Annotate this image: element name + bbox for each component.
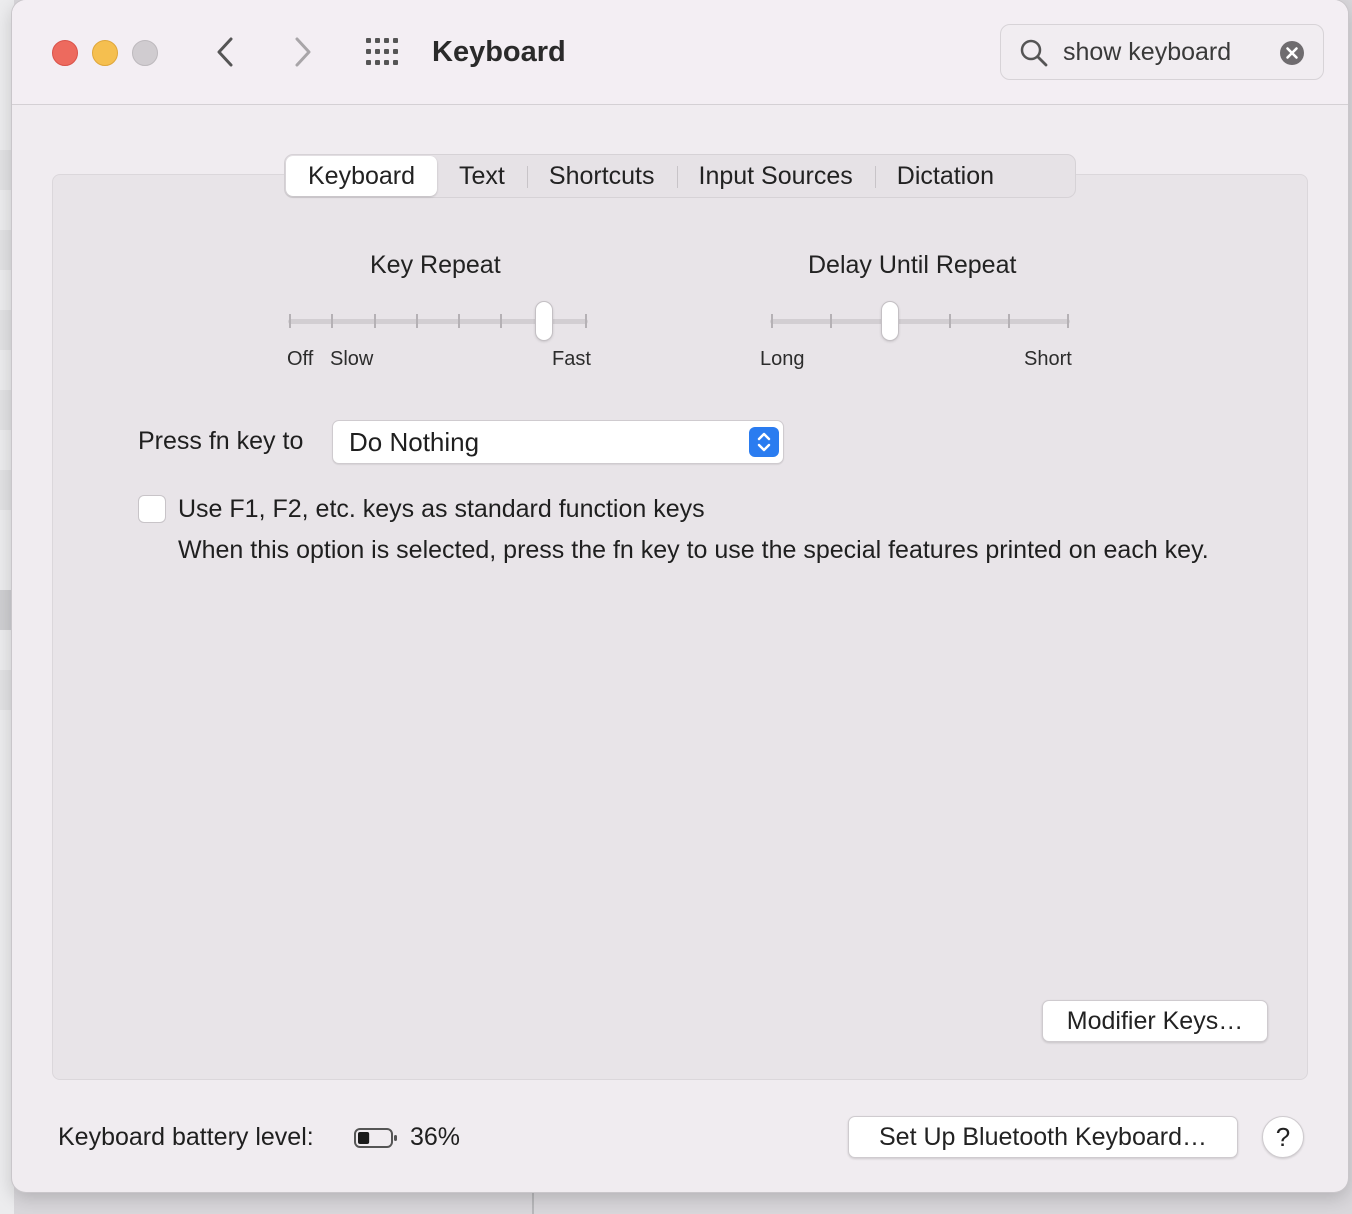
forward-button[interactable] xyxy=(284,32,320,72)
tab-keyboard[interactable]: Keyboard xyxy=(286,156,438,196)
key-repeat-tick xyxy=(585,314,587,328)
delay-until-repeat-knob[interactable] xyxy=(882,302,899,340)
key-repeat-tick xyxy=(500,314,503,328)
grid-icon xyxy=(366,38,398,65)
tab-dictation[interactable]: Dictation xyxy=(874,156,1016,196)
show-all-button[interactable] xyxy=(364,36,404,68)
key-repeat-slow-label: Slow xyxy=(330,348,374,370)
delay-until-repeat-tick xyxy=(771,314,773,328)
key-repeat-tick xyxy=(458,314,461,328)
delay-until-repeat-track xyxy=(770,319,1070,324)
delay-until-repeat-tick xyxy=(948,314,951,328)
background-divider xyxy=(532,1192,534,1214)
delay-short-label: Short xyxy=(1024,348,1072,370)
minimize-button[interactable] xyxy=(92,40,118,66)
delay-long-label: Long xyxy=(760,348,805,370)
tab-text[interactable]: Text xyxy=(437,156,527,196)
battery-icon xyxy=(354,1128,397,1148)
set-up-bluetooth-keyboard-button[interactable]: Set Up Bluetooth Keyboard… xyxy=(848,1116,1238,1158)
battery-percent: 36% xyxy=(410,1123,461,1151)
key-repeat-off-label: Off xyxy=(287,348,314,370)
chevron-left-icon xyxy=(217,37,233,67)
fn-key-label: Press fn key to xyxy=(138,427,304,455)
key-repeat-knob[interactable] xyxy=(535,302,552,340)
zoom-button[interactable] xyxy=(132,40,158,66)
delay-until-repeat-tick xyxy=(830,314,833,328)
search-icon xyxy=(1020,39,1048,67)
key-repeat-tick xyxy=(415,314,418,328)
key-repeat-fast-label: Fast xyxy=(552,348,591,370)
tab-bar: Keyboard Text Shortcuts Input Sources Di… xyxy=(284,154,1076,198)
modifier-keys-button[interactable]: Modifier Keys… xyxy=(1042,1000,1268,1042)
fn-key-selected-value: Do Nothing xyxy=(349,427,480,457)
search-input[interactable]: show keyboard xyxy=(1063,37,1231,67)
delay-until-repeat-tick xyxy=(1067,314,1069,328)
delay-until-repeat-tick xyxy=(1007,314,1010,328)
tab-input-sources[interactable]: Input Sources xyxy=(676,156,875,196)
search-field[interactable]: show keyboard xyxy=(1000,24,1324,80)
chevron-right-icon xyxy=(295,37,311,67)
fn-key-popup[interactable]: Do Nothing xyxy=(332,420,784,464)
key-repeat-title: Key Repeat xyxy=(370,251,501,279)
keyboard-preferences-window: Keyboard show keyboard Keyboard Text Sho… xyxy=(12,0,1348,1192)
key-repeat-tick xyxy=(289,314,291,328)
window-title: Keyboard xyxy=(432,36,566,68)
close-button[interactable] xyxy=(52,40,78,66)
keyboard-tab-panel xyxy=(52,174,1308,1080)
key-repeat-tick xyxy=(331,314,334,328)
delay-until-repeat-title: Delay Until Repeat xyxy=(808,251,1017,279)
tab-shortcuts[interactable]: Shortcuts xyxy=(526,156,677,196)
battery-level-label: Keyboard battery level: xyxy=(58,1123,314,1151)
standard-function-keys-help: When this option is selected, press the … xyxy=(178,536,1209,564)
help-button[interactable]: ? xyxy=(1262,1116,1304,1158)
back-button[interactable] xyxy=(208,32,244,72)
key-repeat-tick xyxy=(373,314,376,328)
clear-search-icon[interactable] xyxy=(1279,40,1305,66)
standard-function-keys-label[interactable]: Use F1, F2, etc. keys as standard functi… xyxy=(178,494,705,524)
standard-function-keys-checkbox[interactable] xyxy=(138,495,166,523)
battery-fill xyxy=(358,1132,370,1144)
popup-arrows-icon xyxy=(749,427,779,457)
title-bar: Keyboard show keyboard xyxy=(12,0,1348,105)
